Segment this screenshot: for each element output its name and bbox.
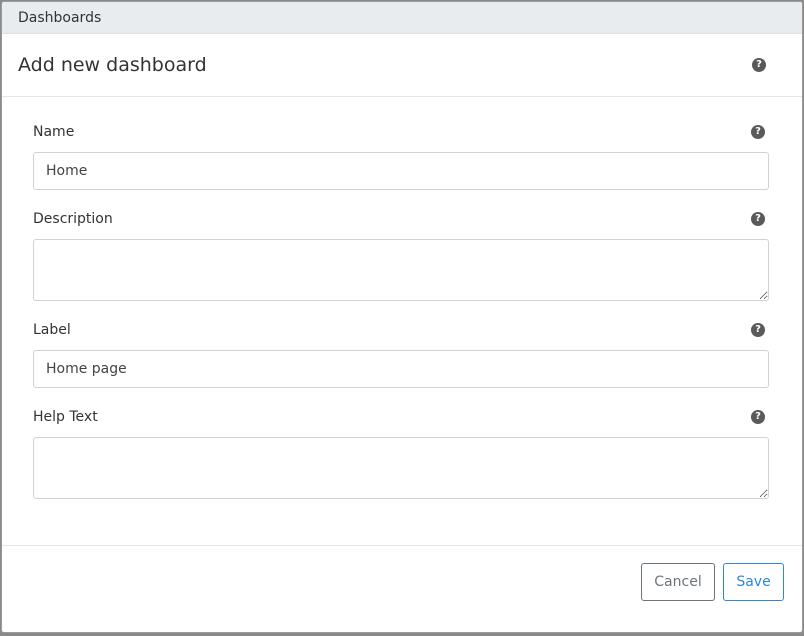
- cancel-button[interactable]: Cancel: [641, 563, 715, 601]
- question-circle-icon[interactable]: ?: [751, 410, 765, 424]
- description-textarea[interactable]: [33, 239, 769, 301]
- question-circle-icon[interactable]: ?: [751, 125, 765, 139]
- name-input[interactable]: [33, 152, 769, 190]
- modal-footer: Cancel Save: [2, 545, 802, 632]
- modal-title: Add new dashboard: [18, 54, 207, 76]
- field-help-text: Help Text ?: [33, 408, 770, 499]
- modal-header: Add new dashboard ?: [2, 34, 802, 97]
- save-button[interactable]: Save: [723, 563, 784, 601]
- field-label-help-text: Help Text: [33, 409, 98, 425]
- field-description: Description ?: [33, 210, 770, 301]
- window-titlebar: Dashboards: [2, 2, 802, 34]
- window-title: Dashboards: [18, 9, 102, 26]
- label-input[interactable]: [33, 350, 769, 388]
- question-circle-icon[interactable]: ?: [751, 323, 765, 337]
- question-circle-icon[interactable]: ?: [751, 212, 765, 226]
- question-circle-icon[interactable]: ?: [752, 58, 766, 72]
- field-name: Name ?: [33, 123, 770, 190]
- help-text-textarea[interactable]: [33, 437, 769, 499]
- modal-body: Name ? Description ? Label ? Help Text ?: [2, 97, 802, 499]
- dashboard-dialog-window: Dashboards Add new dashboard ? Name ? De…: [1, 1, 803, 633]
- field-label-description: Description: [33, 211, 113, 227]
- field-label: Label ?: [33, 321, 770, 388]
- field-label-name: Name: [33, 124, 75, 140]
- field-label-label: Label: [33, 322, 71, 338]
